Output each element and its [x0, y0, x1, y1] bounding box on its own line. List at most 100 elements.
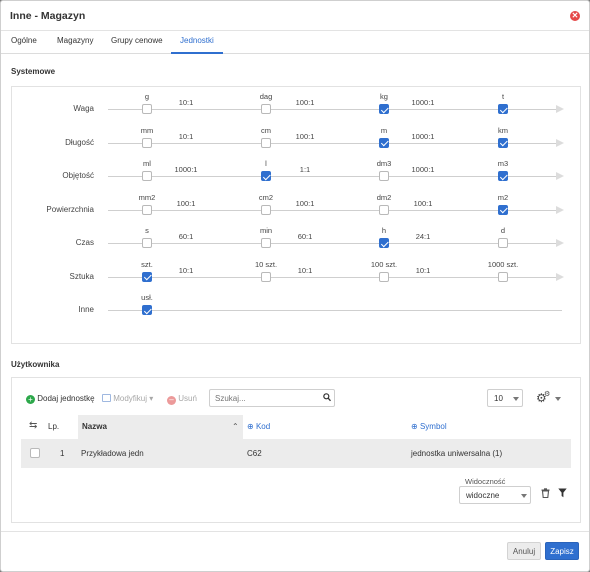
unit-checkbox[interactable] — [379, 104, 389, 114]
unit-checkbox[interactable] — [379, 171, 389, 181]
column-settings-icon[interactable]: ⇆ — [29, 420, 37, 431]
add-unit-button[interactable]: + Dodaj jednostkę — [26, 394, 95, 404]
close-icon[interactable]: ✕ — [570, 11, 580, 21]
unit-symbol: km — [498, 125, 508, 135]
unit-ratio: 10:1 — [178, 98, 194, 107]
table-row[interactable]: 1 Przykładowa jedn C62 jednostka uniwers… — [21, 439, 571, 468]
unit-checkbox[interactable] — [261, 271, 271, 282]
units-dialog: Inne - Magazyn ✕ Ogólne Magazyny Grupy c… — [0, 0, 590, 572]
search-input[interactable] — [215, 392, 315, 405]
trash-icon[interactable] — [541, 488, 550, 500]
unit-checkbox[interactable] — [142, 271, 152, 282]
unit-checkbox[interactable] — [379, 238, 389, 248]
unit-checkbox[interactable] — [261, 204, 271, 215]
unit-checkbox[interactable] — [379, 271, 389, 282]
unit-ratio: 1000:1 — [411, 98, 435, 107]
unit-checkbox[interactable] — [498, 171, 508, 181]
unit-ratio: 100:1 — [295, 131, 315, 141]
unit-ratio: 1000:1 — [411, 131, 435, 141]
system-units-panel: Waga g dag kg t 10:1 100:1 1000:1 Długość mm cm m km… — [11, 86, 581, 344]
column-code-label: Kod — [255, 422, 271, 431]
column-name[interactable]: Nazwa ⌃ — [78, 415, 243, 439]
chevron-down-icon — [521, 494, 527, 498]
dialog-footer: Anuluj Zapisz — [1, 531, 589, 571]
system-row-line — [108, 209, 562, 211]
unit-checkbox[interactable] — [142, 104, 152, 114]
system-row-line — [108, 276, 562, 278]
unit-checkbox[interactable] — [498, 271, 508, 282]
units-grid-header: ⇆ Lp. Nazwa ⌃ ⊕ Kod ⊕ Symbol — [21, 415, 571, 439]
unit-ratio: 10:1 — [415, 265, 431, 275]
settings-menu-button[interactable]: ⚙ ⚙ — [536, 391, 562, 406]
column-symbol-label: Symbol — [419, 422, 447, 431]
row-symbol: jednostka uniwersalna (1) — [411, 449, 503, 458]
arrow-right-icon — [556, 105, 564, 113]
tab-units[interactable]: Jednostki — [171, 36, 223, 54]
unit-ratio: 100:1 — [176, 198, 196, 208]
tab-price-groups[interactable]: Grupy cenowe — [111, 36, 163, 54]
modify-unit-button[interactable]: Modyfikuj ▾ — [102, 394, 153, 403]
edit-icon — [102, 394, 111, 402]
unit-checkbox[interactable] — [142, 305, 152, 315]
system-row-label: Inne — [78, 305, 94, 314]
tab-general[interactable]: Ogólne — [11, 36, 37, 54]
page-size-value: 10 — [494, 394, 503, 403]
unit-ratio: 1000:1 — [411, 165, 435, 174]
unit-checkbox[interactable] — [142, 171, 152, 181]
filter-icon[interactable] — [558, 488, 567, 500]
unit-symbol: 1000 szt. — [487, 259, 519, 269]
visibility-label: Widoczność — [465, 477, 506, 486]
unit-ratio: 1:1 — [299, 165, 311, 174]
column-symbol[interactable]: ⊕ Symbol — [411, 422, 447, 431]
unit-checkbox[interactable] — [142, 137, 152, 148]
system-row-label: Objętość — [62, 171, 94, 180]
unit-symbol: m3 — [497, 159, 509, 168]
arrow-right-icon — [556, 205, 564, 214]
unit-ratio: 60:1 — [178, 232, 194, 241]
arrow-right-icon — [556, 138, 564, 147]
unit-checkbox[interactable] — [379, 204, 389, 215]
cancel-button[interactable]: Anuluj — [507, 542, 541, 560]
row-name: Przykładowa jedn — [81, 449, 144, 458]
system-row-line — [108, 142, 562, 144]
unit-checkbox[interactable] — [498, 104, 508, 114]
unit-ratio: 24:1 — [415, 232, 431, 241]
search-box — [209, 389, 335, 407]
unit-ratio: 100:1 — [295, 198, 315, 208]
unit-checkbox[interactable] — [142, 238, 152, 248]
unit-symbol: m2 — [497, 192, 509, 202]
unit-ratio: 1000:1 — [174, 165, 198, 174]
row-lp: 1 — [60, 449, 65, 458]
arrow-right-icon — [556, 272, 564, 281]
unit-checkbox[interactable] — [142, 204, 152, 215]
column-lp[interactable]: Lp. — [48, 422, 59, 431]
unit-checkbox[interactable] — [261, 171, 271, 181]
unit-checkbox[interactable] — [498, 204, 508, 215]
unit-checkbox[interactable] — [261, 137, 271, 148]
system-section-title: Systemowe — [11, 67, 56, 76]
sort-asc-icon: ⌃ — [232, 422, 239, 431]
column-code[interactable]: ⊕ Kod — [247, 422, 270, 431]
unit-checkbox[interactable] — [261, 238, 271, 248]
save-button[interactable]: Zapisz — [545, 542, 579, 560]
page-size-select[interactable]: 10 — [487, 389, 523, 407]
tab-warehouses[interactable]: Magazyny — [57, 36, 93, 54]
system-row-line — [108, 109, 562, 110]
dialog-title: Inne - Magazyn — [10, 10, 86, 22]
column-name-label: Nazwa — [82, 422, 107, 431]
system-row-label: Sztuka — [69, 271, 94, 281]
globe-icon: ⊕ — [411, 422, 418, 431]
unit-ratio: 100:1 — [413, 198, 433, 208]
unit-checkbox[interactable] — [498, 137, 508, 148]
unit-symbol: usł. — [141, 293, 153, 302]
row-checkbox[interactable] — [30, 448, 40, 458]
unit-ratio: 100:1 — [295, 98, 315, 107]
search-icon[interactable] — [323, 393, 331, 402]
unit-checkbox[interactable] — [261, 104, 271, 114]
delete-unit-button[interactable]: – Usuń — [167, 394, 197, 405]
unit-symbol: d — [500, 226, 506, 235]
chevron-down-icon — [513, 397, 519, 401]
unit-checkbox[interactable] — [379, 137, 389, 148]
visibility-select[interactable]: widoczne — [459, 486, 531, 504]
unit-checkbox[interactable] — [498, 238, 508, 248]
